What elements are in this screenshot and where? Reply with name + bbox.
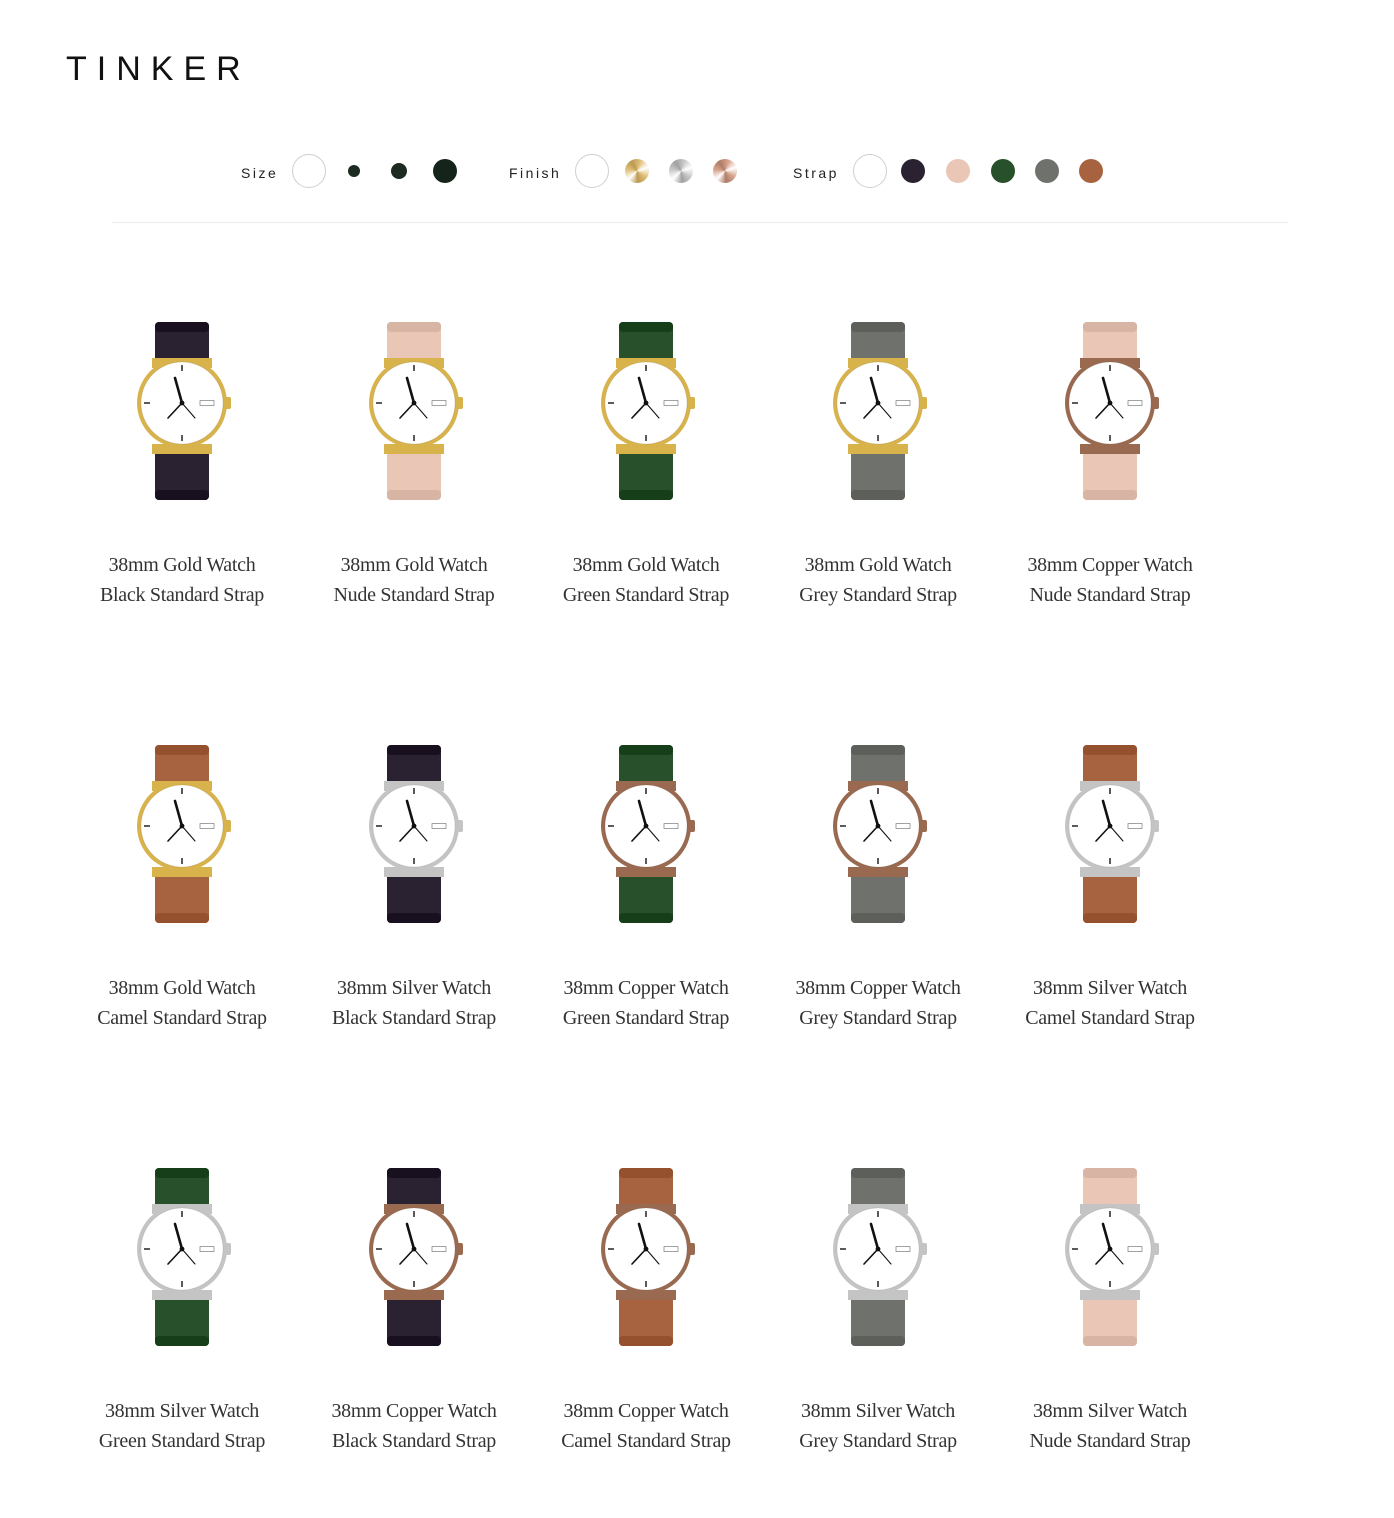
product-card[interactable]: 38mm Copper Watch Camel Standard Strap	[530, 1164, 762, 1464]
product-caption[interactable]: 38mm Gold Watch Grey Standard Strap	[762, 550, 994, 610]
finish-filter: Finish	[509, 154, 738, 188]
product-model: 38mm Silver Watch	[104, 1400, 259, 1422]
product-card[interactable]: 38mm Silver Watch Grey Standard Strap	[762, 1164, 994, 1464]
product-card[interactable]: 38mm Gold Watch Green Standard Strap	[530, 318, 762, 618]
product-card[interactable]: 38mm Copper Watch Black Standard Strap	[298, 1164, 530, 1464]
watch-image[interactable]	[1050, 318, 1170, 504]
size-swatch-small[interactable]	[348, 165, 361, 177]
watch-image[interactable]	[122, 1164, 242, 1350]
finish-swatch-silver[interactable]	[669, 159, 694, 183]
product-model: 38mm Copper Watch	[563, 1400, 729, 1422]
product-card[interactable]: 38mm Silver Watch Camel Standard Strap	[994, 741, 1226, 1041]
strap-swatch-nude[interactable]	[945, 159, 970, 183]
product-caption[interactable]: 38mm Gold Watch Nude Standard Strap	[298, 550, 530, 610]
product-strap: Camel Standard Strap	[97, 1007, 267, 1029]
product-model: 38mm Gold Watch	[572, 554, 720, 576]
product-strap: Black Standard Strap	[332, 1007, 496, 1029]
product-caption[interactable]: 38mm Copper Watch Nude Standard Strap	[994, 550, 1226, 610]
finish-swatch-copper[interactable]	[713, 159, 738, 183]
product-strap: Camel Standard Strap	[561, 1430, 731, 1452]
size-swatch-medium[interactable]	[391, 163, 408, 179]
product-card[interactable]: 38mm Silver Watch Nude Standard Strap	[994, 1164, 1226, 1464]
filter-bar: Size Finish Strap	[0, 154, 1394, 188]
product-caption[interactable]: 38mm Gold Watch Green Standard Strap	[530, 550, 762, 610]
product-strap: Green Standard Strap	[98, 1430, 266, 1452]
product-caption[interactable]: 38mm Gold Watch Camel Standard Strap	[66, 973, 298, 1033]
product-strap: Black Standard Strap	[332, 1430, 496, 1452]
product-caption[interactable]: 38mm Copper Watch Black Standard Strap	[298, 1396, 530, 1456]
filter-divider	[112, 222, 1288, 223]
product-card[interactable]: 38mm Copper Watch Grey Standard Strap	[762, 741, 994, 1041]
finish-filter-label: Finish	[509, 165, 562, 181]
strap-filter-label: Strap	[793, 165, 839, 181]
product-card[interactable]: 38mm Silver Watch Green Standard Strap	[66, 1164, 298, 1464]
watch-image[interactable]	[586, 318, 706, 504]
watch-image[interactable]	[586, 741, 706, 927]
product-strap: Camel Standard Strap	[1025, 1007, 1195, 1029]
watch-image[interactable]	[354, 741, 474, 927]
product-card[interactable]: 38mm Gold Watch Grey Standard Strap	[762, 318, 994, 618]
watch-image[interactable]	[818, 1164, 938, 1350]
product-caption[interactable]: 38mm Copper Watch Grey Standard Strap	[762, 973, 994, 1033]
watch-image[interactable]	[1050, 741, 1170, 927]
product-strap: Black Standard Strap	[100, 584, 264, 606]
product-model: 38mm Silver Watch	[800, 1400, 955, 1422]
product-strap: Green Standard Strap	[562, 584, 730, 606]
product-caption[interactable]: 38mm Gold Watch Black Standard Strap	[66, 550, 298, 610]
product-caption[interactable]: 38mm Copper Watch Camel Standard Strap	[530, 1396, 762, 1456]
strap-swatch-grey[interactable]	[1034, 159, 1059, 183]
product-card[interactable]: 38mm Copper Watch Green Standard Strap	[530, 741, 762, 1041]
product-model: 38mm Copper Watch	[331, 1400, 497, 1422]
product-card[interactable]: 38mm Gold Watch Black Standard Strap	[66, 318, 298, 618]
product-model: 38mm Silver Watch	[336, 977, 491, 999]
product-model: 38mm Gold Watch	[108, 977, 256, 999]
product-model: 38mm Silver Watch	[1032, 977, 1187, 999]
strap-swatch-all[interactable]	[852, 154, 887, 188]
strap-swatch-camel[interactable]	[1078, 159, 1103, 183]
product-strap: Grey Standard Strap	[799, 1007, 957, 1029]
product-card[interactable]: 38mm Copper Watch Nude Standard Strap	[994, 318, 1226, 618]
strap-swatch-green[interactable]	[990, 159, 1015, 183]
finish-swatch-gold[interactable]	[625, 159, 650, 183]
size-swatch-large[interactable]	[433, 159, 458, 183]
watch-image[interactable]	[1050, 1164, 1170, 1350]
watch-image[interactable]	[354, 1164, 474, 1350]
watch-image[interactable]	[818, 318, 938, 504]
product-strap: Green Standard Strap	[562, 1007, 730, 1029]
product-caption[interactable]: 38mm Silver Watch Black Standard Strap	[298, 973, 530, 1033]
watch-image[interactable]	[122, 741, 242, 927]
product-card[interactable]: 38mm Gold Watch Camel Standard Strap	[66, 741, 298, 1041]
size-filter-label: Size	[241, 165, 279, 181]
product-model: 38mm Copper Watch	[563, 977, 729, 999]
product-model: 38mm Silver Watch	[1032, 1400, 1187, 1422]
product-strap: Nude Standard Strap	[1029, 584, 1191, 606]
product-strap: Grey Standard Strap	[799, 1430, 957, 1452]
size-filter: Size	[241, 154, 458, 188]
watch-image[interactable]	[818, 741, 938, 927]
product-caption[interactable]: 38mm Silver Watch Grey Standard Strap	[762, 1396, 994, 1456]
product-model: 38mm Copper Watch	[795, 977, 961, 999]
product-model: 38mm Gold Watch	[108, 554, 256, 576]
size-swatch-all[interactable]	[292, 154, 327, 188]
watch-image[interactable]	[122, 318, 242, 504]
product-model: 38mm Copper Watch	[1027, 554, 1193, 576]
product-strap: Nude Standard Strap	[333, 584, 495, 606]
tinker-logo[interactable]: TINKER	[66, 50, 251, 88]
product-caption[interactable]: 38mm Silver Watch Camel Standard Strap	[994, 973, 1226, 1033]
product-card[interactable]: 38mm Gold Watch Nude Standard Strap	[298, 318, 530, 618]
watch-image[interactable]	[354, 318, 474, 504]
product-caption[interactable]: 38mm Copper Watch Green Standard Strap	[530, 973, 762, 1033]
product-caption[interactable]: 38mm Silver Watch Green Standard Strap	[66, 1396, 298, 1456]
product-strap: Grey Standard Strap	[799, 584, 957, 606]
product-model: 38mm Gold Watch	[340, 554, 488, 576]
product-caption[interactable]: 38mm Silver Watch Nude Standard Strap	[994, 1396, 1226, 1456]
product-card[interactable]: 38mm Silver Watch Black Standard Strap	[298, 741, 530, 1041]
finish-swatch-all[interactable]	[575, 154, 610, 188]
watch-image[interactable]	[586, 1164, 706, 1350]
product-model: 38mm Gold Watch	[804, 554, 952, 576]
product-strap: Nude Standard Strap	[1029, 1430, 1191, 1452]
strap-filter: Strap	[793, 154, 1103, 188]
strap-swatch-black[interactable]	[900, 159, 925, 183]
